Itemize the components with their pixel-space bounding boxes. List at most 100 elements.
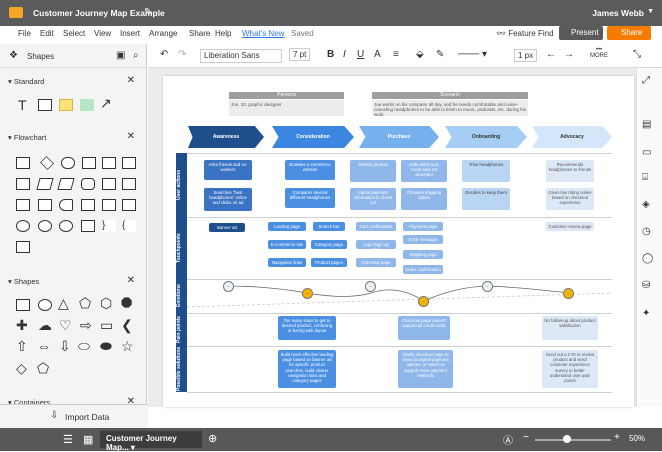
connector-shape[interactable] (59, 220, 73, 232)
star-shape[interactable]: ☆ (121, 338, 134, 355)
display-shape[interactable] (122, 178, 136, 190)
line-color-icon[interactable]: ✎ (436, 49, 444, 60)
zoom-slider-handle[interactable] (563, 435, 571, 443)
close-icon[interactable]: ✕ (127, 275, 135, 286)
undo-icon[interactable]: ↶ (160, 49, 168, 60)
document-shape[interactable] (102, 157, 116, 169)
manual-input-shape[interactable] (57, 178, 75, 190)
present-button[interactable]: Present (559, 26, 603, 40)
user-name[interactable]: James Webb (592, 8, 644, 18)
delay-shape[interactable] (59, 199, 73, 211)
card-touchpoint[interactable]: Category page (311, 240, 347, 249)
chat-icon[interactable]: ◯ (642, 253, 653, 264)
arrow-right-shape[interactable]: ⇨ (80, 317, 92, 334)
persona-text[interactable]: Joe, 32, graphic designer (229, 100, 344, 116)
menu-share[interactable]: Share (189, 29, 210, 38)
card-touchpoint[interactable]: Banner ad (209, 223, 245, 232)
arrow-start-icon[interactable]: ← (546, 49, 556, 60)
collate-shape[interactable] (16, 241, 30, 253)
text-color-icon[interactable]: A (374, 49, 381, 60)
card-touchpoint[interactable]: Search bar (313, 222, 345, 231)
font-size-field[interactable]: 7 pt (289, 48, 311, 61)
navigate-icon[interactable]: Ⓐ (503, 432, 513, 447)
card-solution[interactable]: Build more effective landing page based … (278, 350, 336, 388)
arrow-down-shape[interactable]: ⇩ (59, 338, 71, 355)
arrow-line-shape[interactable]: ↗ (100, 95, 112, 112)
chevron-down-icon[interactable]: ▼ (647, 8, 654, 15)
note-shape[interactable] (59, 99, 73, 111)
diamond-shape[interactable]: ◇ (16, 360, 27, 377)
triangle-shape[interactable]: △ (58, 295, 69, 312)
stage-awareness[interactable]: Awareness (188, 126, 264, 148)
predefined-shape[interactable] (82, 157, 96, 169)
whats-new-link[interactable]: What's New (242, 29, 284, 38)
pentagon-outline-shape[interactable]: ⬠ (37, 360, 49, 377)
layers-icon[interactable]: ◈ (642, 199, 650, 210)
card-touchpoint[interactable]: Product pages (311, 258, 347, 267)
zoom-level[interactable]: 50% (629, 434, 645, 443)
persona-header[interactable]: Persona (229, 92, 344, 99)
card-user-action[interactable]: Asks friends and co-workers (204, 160, 252, 180)
double-arrow-shape[interactable]: ⇔ (37, 338, 51, 354)
more-button[interactable]: ••• MORE (590, 47, 608, 59)
italic-button[interactable]: I (343, 49, 346, 60)
card-user-action[interactable]: Searches "best headphones" online and cl… (204, 188, 252, 211)
cross-shape[interactable]: ✚ (16, 317, 28, 334)
comment-icon[interactable]: ⌸ (642, 172, 648, 183)
arrow-up-shape[interactable]: ⇧ (16, 338, 28, 355)
process-shape[interactable] (16, 157, 30, 169)
summing-junction-shape[interactable] (38, 220, 52, 232)
bubble-shape[interactable]: ⬭ (78, 338, 90, 355)
preparation-shape[interactable] (102, 199, 116, 211)
stage-onboarding[interactable]: Onboarding (445, 126, 527, 148)
history-icon[interactable]: ◷ (642, 226, 651, 237)
heart-shape[interactable]: ♡ (59, 317, 72, 334)
card-touchpoint[interactable]: Landing page (268, 222, 306, 231)
manual-operation-shape[interactable] (81, 199, 95, 211)
import-data-button[interactable]: ⇩ Import Data (0, 404, 148, 428)
pencil-icon[interactable]: ✎ (144, 7, 152, 18)
menu-help[interactable]: Help (215, 29, 231, 38)
folder-icon[interactable] (9, 7, 23, 18)
feature-find-button[interactable]: 👓 Feature Find (496, 29, 554, 38)
collapse-icon[interactable]: ⤡ (633, 49, 641, 60)
card-touchpoint[interactable]: Checkout page (356, 258, 396, 267)
banner-shape[interactable]: ⬬ (100, 338, 112, 355)
card-user-action[interactable]: Inputs payment information to check out (350, 188, 396, 210)
internal-storage-shape[interactable] (102, 178, 116, 190)
decision-shape[interactable] (40, 156, 54, 170)
lane-emotions[interactable]: Emotions (176, 279, 187, 313)
lane-possible-solutions[interactable]: Possible solutions (176, 346, 187, 392)
card-touchpoint[interactable]: Payment page (403, 222, 443, 231)
card-touchpoint[interactable]: Error message (403, 235, 443, 244)
merge-shape[interactable] (122, 199, 136, 211)
menu-arrange[interactable]: Arrange (149, 29, 177, 38)
close-icon[interactable]: ✕ (127, 131, 135, 142)
off-page-shape[interactable] (81, 220, 95, 232)
scenario-header[interactable]: Scenario (372, 92, 528, 99)
terminator-shape[interactable] (61, 157, 75, 169)
zoom-out-icon[interactable]: − (523, 432, 529, 443)
lane-user-actions[interactable]: User actions (176, 153, 187, 217)
card-touchpoint[interactable]: E-commerce site (268, 240, 306, 249)
line-style-field[interactable]: ─── ▾ (458, 49, 487, 60)
io-shape[interactable] (36, 178, 54, 190)
expand-icon[interactable]: ⤢ (642, 75, 650, 86)
page-icon[interactable]: ▤ (642, 119, 651, 130)
card-touchpoint[interactable]: Order confirmation (403, 265, 443, 274)
add-page-icon[interactable]: ⊕ (208, 432, 217, 445)
card-user-action[interactable]: Chooses shipping option (401, 188, 447, 210)
fill-icon[interactable]: ⬙ (416, 49, 424, 60)
card-user-action[interactable]: Gives low rating online based on checkou… (546, 188, 594, 210)
share-button[interactable]: Share (607, 26, 651, 40)
annotation-shape[interactable]: { (122, 220, 136, 232)
cloud-shape[interactable]: ☁ (38, 317, 52, 334)
line-size-field[interactable]: 1 px (514, 49, 538, 62)
zoom-in-icon[interactable]: + (614, 432, 620, 443)
card-solution[interactable]: Clarify checkout page to show accepted p… (398, 350, 453, 388)
font-family-field[interactable]: Liberation Sans (200, 49, 282, 63)
zoom-slider[interactable] (535, 439, 611, 441)
card-user-action[interactable]: Browses e-commerce website (285, 160, 335, 180)
square-shape[interactable] (16, 299, 30, 311)
bold-button[interactable]: B (327, 49, 334, 60)
